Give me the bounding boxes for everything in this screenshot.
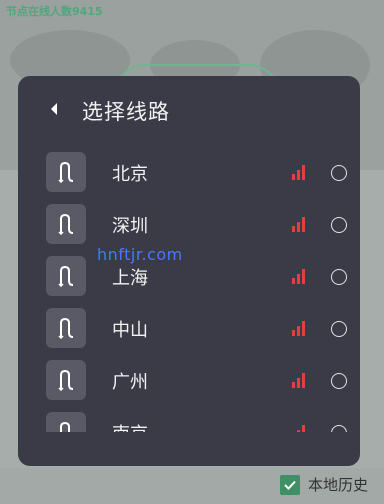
route-item-zhongshan[interactable]: 中山 bbox=[18, 308, 360, 348]
node-count-text: 节点在线人数9415 bbox=[6, 5, 103, 18]
back-arrow-icon[interactable] bbox=[46, 100, 62, 118]
route-switch-icon bbox=[46, 412, 86, 432]
route-switch-icon bbox=[46, 152, 86, 192]
signal-bars-icon bbox=[292, 165, 305, 180]
route-label: 南京 bbox=[112, 420, 148, 432]
route-item-shenzhen[interactable]: 深圳 bbox=[18, 204, 360, 244]
signal-bars-icon bbox=[292, 373, 305, 388]
signal-bars-icon bbox=[292, 269, 305, 284]
route-list[interactable]: 北京 深圳 上海 中山 广州 bbox=[18, 152, 360, 432]
dialog-header: 选择线路 bbox=[18, 76, 360, 142]
select-route-dialog: 选择线路 北京 深圳 上海 中山 广州 bbox=[18, 76, 360, 466]
dialog-title: 选择线路 bbox=[82, 100, 170, 124]
route-label: 北京 bbox=[112, 164, 148, 185]
signal-bars-icon bbox=[292, 217, 305, 232]
watermark-text: hnftjr.com bbox=[97, 245, 183, 264]
route-radio[interactable] bbox=[331, 373, 347, 389]
local-history-label: 本地历史 bbox=[307, 476, 368, 494]
signal-bars-icon bbox=[297, 425, 305, 432]
route-item-guangzhou[interactable]: 广州 bbox=[18, 360, 360, 400]
route-radio[interactable] bbox=[331, 165, 347, 181]
signal-bars-icon bbox=[292, 321, 305, 336]
checkbox-checked-icon[interactable] bbox=[279, 474, 300, 495]
route-label: 广州 bbox=[112, 372, 148, 393]
local-history-toggle[interactable]: 本地历史 bbox=[279, 474, 368, 495]
route-item-nanjing[interactable]: 南京 bbox=[18, 412, 360, 432]
route-switch-icon bbox=[46, 308, 86, 348]
route-switch-icon bbox=[46, 360, 86, 400]
route-item-beijing[interactable]: 北京 bbox=[18, 152, 360, 192]
route-radio[interactable] bbox=[331, 269, 347, 285]
route-radio[interactable] bbox=[331, 217, 347, 233]
route-label: 深圳 bbox=[112, 216, 148, 237]
route-switch-icon bbox=[46, 256, 86, 296]
route-switch-icon bbox=[46, 204, 86, 244]
route-item-shanghai[interactable]: 上海 bbox=[18, 256, 360, 296]
route-label: 上海 bbox=[112, 268, 148, 289]
route-label: 中山 bbox=[112, 320, 148, 341]
route-radio[interactable] bbox=[331, 425, 347, 432]
route-radio[interactable] bbox=[331, 321, 347, 337]
